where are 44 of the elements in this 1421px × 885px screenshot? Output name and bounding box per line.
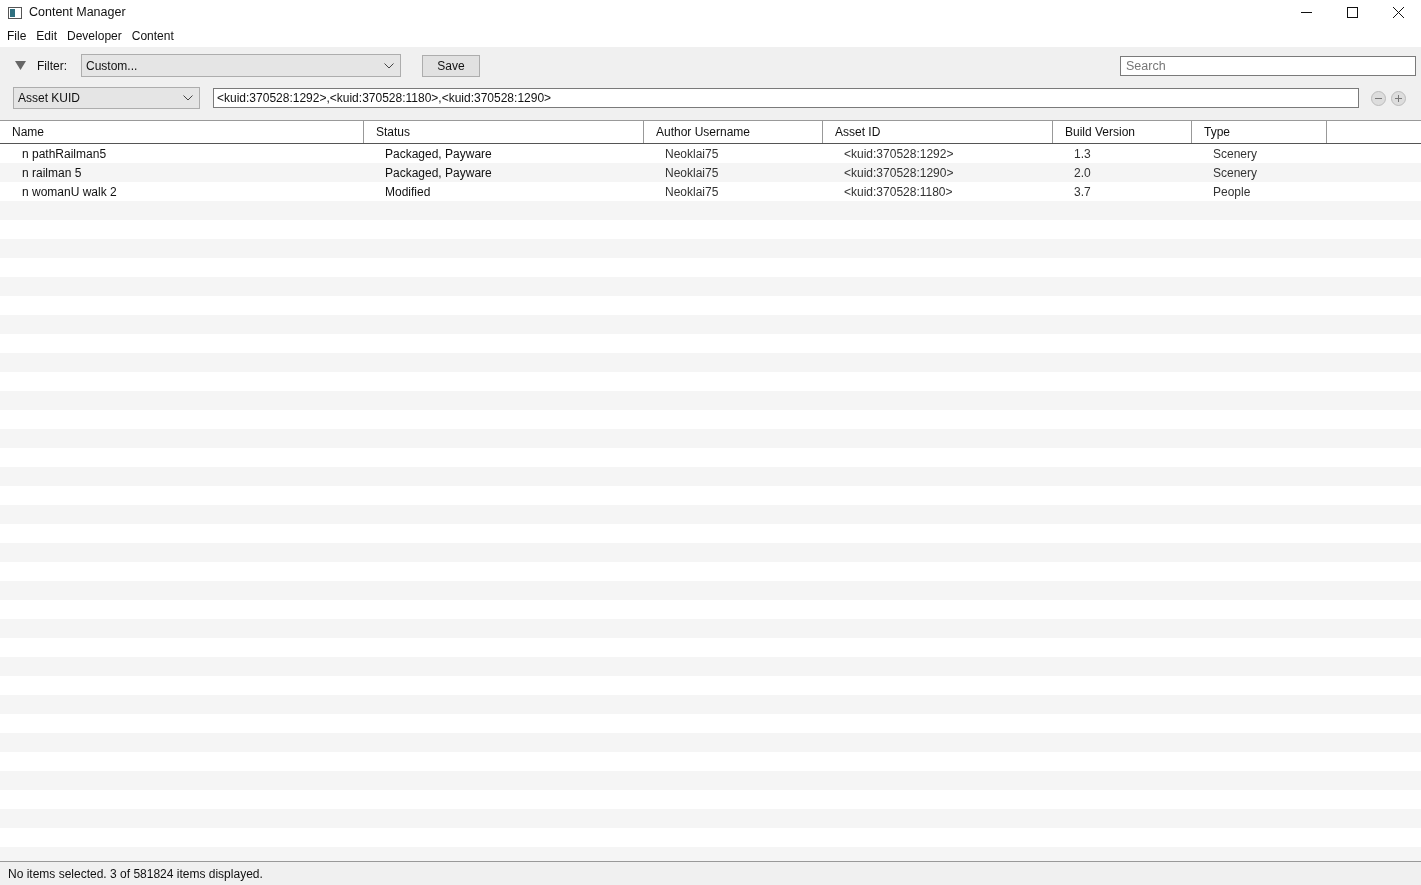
chevron-down-icon — [384, 62, 394, 69]
table-cell: 3.7 — [1074, 184, 1091, 199]
table-cell: Neoklai75 — [665, 184, 719, 199]
chevron-down-icon — [183, 95, 193, 101]
search-field[interactable]: Search — [1120, 55, 1416, 76]
column-header[interactable]: Type — [1192, 121, 1327, 143]
table-cell: Neoklai75 — [665, 165, 719, 180]
menu-item[interactable]: Edit — [31, 27, 63, 45]
column-header[interactable]: Asset ID — [823, 121, 1053, 143]
column-header[interactable]: Author Username — [644, 121, 823, 143]
add-icon[interactable] — [1391, 90, 1406, 106]
table-cell: Scenery — [1213, 146, 1258, 161]
filter-value: Custom... — [86, 57, 138, 75]
remove-icon[interactable] — [1371, 90, 1386, 106]
field-value: Asset KUID — [18, 90, 80, 107]
table-cell: Scenery — [1213, 165, 1258, 180]
column-header[interactable]: Build Version — [1053, 121, 1192, 143]
menu-item[interactable]: Developer — [62, 27, 127, 45]
table-cell: Neoklai75 — [665, 146, 719, 161]
column-header[interactable]: Name — [0, 121, 364, 143]
menu-item[interactable]: Content — [126, 27, 179, 45]
table-cell: <kuid:370528:1180> — [844, 184, 953, 199]
collapse-triangle-icon[interactable] — [15, 61, 26, 70]
table-cell: 1.3 — [1074, 146, 1091, 161]
table-cell: Packaged, Payware — [385, 165, 492, 180]
status-text: No items selected. 3 of 581824 items displayed. — [8, 865, 263, 883]
table-cell: n pathRailman5 — [22, 146, 107, 161]
table-cell: <kuid:370528:1292> — [844, 146, 954, 161]
window-title: Content Manager — [29, 4, 126, 22]
filter-label: Filter: — [37, 57, 67, 75]
table-cell: Modified — [385, 184, 431, 199]
app-icon — [8, 6, 22, 19]
column-header[interactable]: Status — [364, 121, 644, 143]
filter-dropdown[interactable]: Custom... — [81, 54, 401, 77]
query-field[interactable]: <kuid:370528:1292>,<kuid:370528:1180>,<kuid:370528:1290> — [213, 88, 1359, 108]
table-cell: 2.0 — [1074, 165, 1091, 180]
table-cell: n railman 5 — [22, 165, 82, 180]
table-cell: People — [1213, 184, 1251, 199]
menu-item[interactable]: File — [2, 27, 32, 45]
table-cell: <kuid:370528:1290> — [844, 165, 954, 180]
table-cell: Packaged, Payware — [385, 146, 492, 161]
table-cell: n womanU walk 2 — [22, 184, 117, 199]
save-button[interactable]: Save — [422, 54, 480, 77]
field-dropdown[interactable]: Asset KUID — [13, 87, 200, 109]
